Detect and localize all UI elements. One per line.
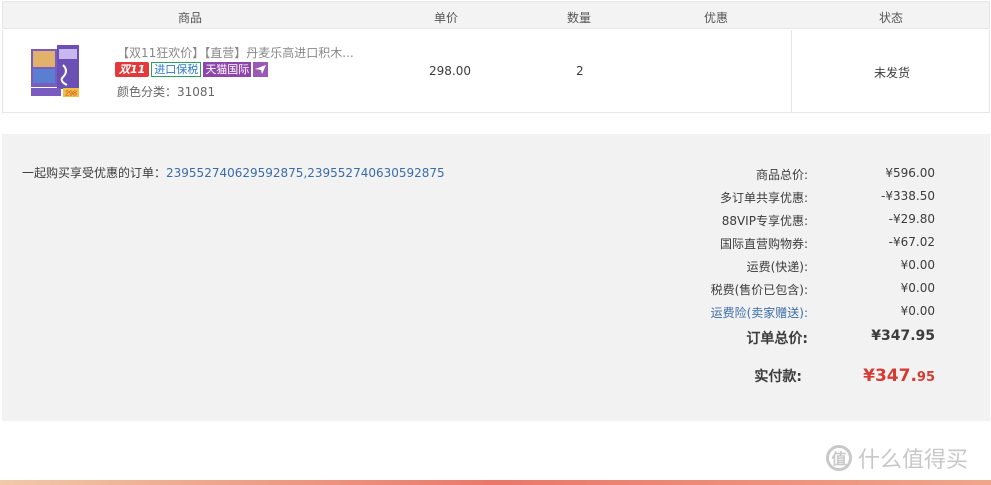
combined-orders-note: 一起购买享受优惠的订单：2395527406295928​75,23955274… — [22, 164, 445, 181]
combined-orders-link[interactable]: 2395527406295928​75,2395527406305928​75 — [166, 166, 445, 180]
double11-badge: 双11 — [115, 62, 150, 77]
paid-amount-decimal: 95 — [916, 370, 935, 385]
tax-value: ¥0.00 — [900, 281, 935, 295]
bottom-decorative-bar — [0, 480, 991, 485]
shipping-status: 未发货 — [874, 66, 911, 80]
shared-discount-value: -¥338.50 — [881, 189, 935, 203]
thumbnail-price-tag: 298 — [65, 91, 77, 98]
header-status: 状态 — [879, 11, 904, 25]
subtotal-value: ¥596.00 — [885, 166, 935, 180]
subtotal-label: 商品总价: — [755, 168, 808, 182]
order-item-row: 298 【双11狂欢价】【直营】丹麦乐高进口积木... 双11 进口保税 天猫国… — [2, 30, 990, 113]
watermark-logo-icon: 值 — [826, 445, 852, 471]
tmall-global-badge: 天猫国际 — [203, 62, 252, 77]
combined-orders-label: 一起购买享受优惠的订单： — [22, 166, 167, 180]
order-total-value: ¥347.95 — [871, 328, 935, 344]
vip-discount-label: 88VIP专享优惠: — [721, 214, 808, 228]
paid-amount-label: 实付款: — [754, 369, 802, 385]
product-badges: 双11 进口保税 天猫国际 — [115, 62, 269, 79]
voucher-label: 国际直营购物券: — [719, 237, 808, 251]
product-title-link[interactable]: 【双11狂欢价】【直营】丹麦乐高进口积木... — [117, 44, 354, 61]
voucher-value: -¥67.02 — [888, 235, 935, 249]
unit-price-value: 298.00 — [429, 64, 471, 78]
vip-discount-value: -¥29.80 — [888, 212, 935, 226]
order-total-label: 订单总价: — [746, 331, 808, 347]
header-unit-price: 单价 — [434, 11, 459, 25]
header-quantity: 数量 — [567, 11, 592, 25]
paid-amount-main: ¥347. — [863, 366, 917, 386]
order-summary-panel: 一起购买享受优惠的订单：2395527406295928​75,23955274… — [2, 134, 990, 421]
shared-discount-label: 多订单共享优惠: — [719, 191, 808, 205]
shipping-value: ¥0.00 — [900, 258, 935, 272]
product-image: 298 — [29, 43, 81, 98]
paid-amount-value: ¥347.95 — [863, 366, 935, 386]
watermark-text: 什么值得买 — [858, 448, 969, 473]
status-column: 未发货 — [791, 30, 990, 112]
shipping-insurance-value: ¥0.00 — [900, 304, 935, 318]
product-thumbnail[interactable]: 298 — [29, 43, 81, 98]
header-discount: 优惠 — [704, 11, 729, 25]
quantity-value: 2 — [576, 64, 584, 78]
import-tax-badge: 进口保税 — [151, 62, 202, 77]
header-product: 商品 — [178, 11, 203, 25]
watermark: 值 什么值得买 — [826, 442, 968, 474]
order-table-header: 商品 单价 数量 优惠 状态 — [2, 1, 990, 29]
product-variant: 颜色分类：31081 — [117, 85, 216, 99]
shipping-label: 运费(快递): — [746, 260, 808, 274]
shipping-insurance-link[interactable]: 运费险(卖家赠送): — [711, 304, 808, 321]
tax-label: 税费(售价已包含): — [710, 283, 808, 297]
plane-icon — [253, 62, 269, 77]
